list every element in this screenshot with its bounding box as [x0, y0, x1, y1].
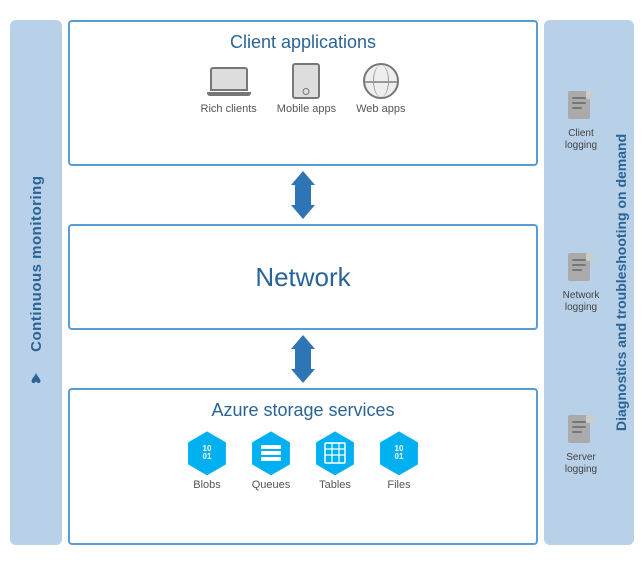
client-apps-box: Client applications Rich clients Mobile …	[68, 20, 538, 166]
tables-label: Tables	[319, 479, 351, 491]
blobs-label: Blobs	[193, 479, 221, 491]
main-container: ♥ Continuous monitoring Client applicati…	[0, 0, 644, 565]
right-sidebar: Clientlogging Networklogging	[544, 20, 634, 545]
diagnostics-title: Diagnostics and troubleshooting on deman…	[613, 30, 629, 535]
web-apps-label: Web apps	[356, 103, 405, 115]
server-logging-icon	[566, 413, 596, 449]
server-logging-item: Serverlogging	[565, 413, 597, 476]
client-apps-title: Client applications	[80, 32, 526, 53]
queues-svg	[260, 444, 282, 462]
server-logging-label: Serverlogging	[565, 452, 597, 476]
left-sidebar: ♥ Continuous monitoring	[10, 20, 62, 545]
arrow-connector-top	[68, 170, 538, 220]
web-apps-item: Web apps	[356, 63, 405, 115]
laptop-icon	[207, 67, 251, 99]
client-logging-label: Clientlogging	[565, 128, 597, 152]
azure-icons-row: 1001 Blobs Queues	[80, 431, 526, 491]
blobs-icon: 1001	[185, 431, 229, 475]
logging-items-col: Clientlogging Networklogging	[549, 30, 613, 535]
heart-icon: ♥	[26, 368, 47, 389]
network-box: Network	[68, 224, 538, 330]
client-logging-item: Clientlogging	[565, 89, 597, 152]
rich-clients-item: Rich clients	[201, 67, 257, 115]
tablet-icon	[292, 63, 320, 99]
rich-clients-label: Rich clients	[201, 103, 257, 115]
right-sidebar-content: Clientlogging Networklogging	[549, 30, 629, 535]
azure-storage-title: Azure storage services	[80, 400, 526, 421]
blobs-item: 1001 Blobs	[185, 431, 229, 491]
client-apps-icons: Rich clients Mobile apps Web apps	[80, 63, 526, 115]
tables-item: Tables	[313, 431, 357, 491]
files-item: 1001 Files	[377, 431, 421, 491]
network-title: Network	[255, 262, 350, 293]
files-icon: 1001	[377, 431, 421, 475]
queues-icon	[249, 431, 293, 475]
network-logging-icon	[566, 251, 596, 287]
network-logging-item: Networklogging	[563, 251, 600, 314]
laptop-base	[207, 92, 251, 96]
queues-label: Queues	[252, 479, 291, 491]
tables-icon	[313, 431, 357, 475]
network-logging-label: Networklogging	[563, 290, 600, 314]
mobile-apps-label: Mobile apps	[277, 103, 336, 115]
laptop-screen	[210, 67, 248, 91]
globe-icon	[363, 63, 399, 99]
azure-storage-box: Azure storage services 1001 Blobs	[68, 388, 538, 545]
client-logging-icon	[566, 89, 596, 125]
center-content: Client applications Rich clients Mobile …	[68, 20, 538, 545]
queues-item: Queues	[249, 431, 293, 491]
tables-svg	[324, 442, 346, 464]
arrow-connector-bottom	[68, 334, 538, 384]
continuous-monitoring-label: ♥ Continuous monitoring	[26, 176, 47, 389]
files-label: Files	[387, 479, 410, 491]
mobile-apps-item: Mobile apps	[277, 63, 336, 115]
